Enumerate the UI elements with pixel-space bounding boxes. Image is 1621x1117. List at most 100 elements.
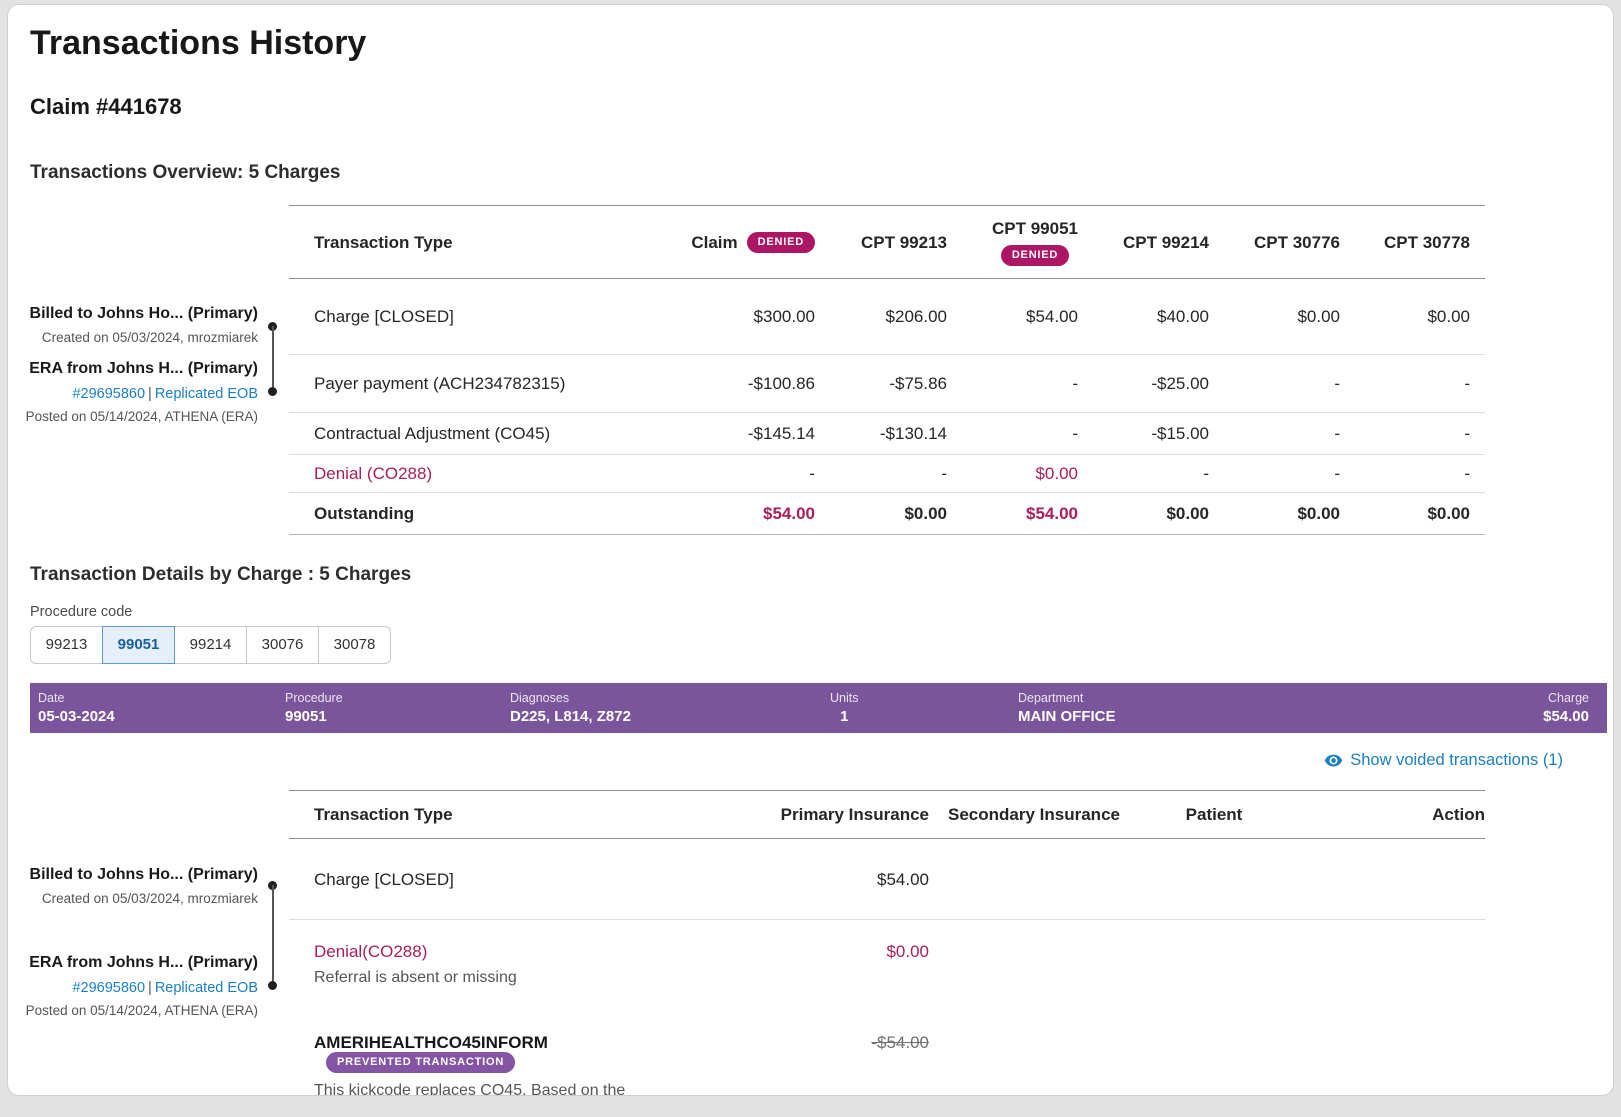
timeline-entry-billed: Billed to Johns Ho... (Primary) Created … (7, 865, 258, 907)
details-heading: Transaction Details by Charge : 5 Charge… (30, 563, 1613, 587)
eye-icon (1324, 751, 1343, 770)
cell-patient (1139, 1000, 1289, 1097)
row-label-group: Denial(CO288) Referral is absent or miss… (289, 919, 729, 1000)
link-separator: | (148, 980, 152, 996)
kickcode-name: AMERIHEALTHCO45INFORM (314, 1033, 548, 1052)
transactions-overview-table: Transaction Type Claim DENIED CPT 99213 … (289, 205, 1485, 535)
col-cpt-30776: CPT 30776 (1209, 206, 1340, 279)
timeline-entry-era: ERA from Johns H... (Primary) #29695860|… (7, 359, 258, 425)
cell-patient (1139, 838, 1289, 919)
overview-row-payer-payment: Payer payment (ACH234782315) -$100.86 -$… (289, 355, 1485, 413)
cell-value: - (1209, 455, 1340, 493)
era-number-link[interactable]: #29695860 (72, 386, 145, 402)
procedure-code-30076[interactable]: 30076 (246, 626, 319, 664)
timeline-entry-title: ERA from Johns H... (Primary) (7, 359, 258, 379)
cell-value: $0.00 (1340, 279, 1485, 355)
cell-action (1289, 919, 1485, 1000)
details-header-row: Transaction Type Primary Insurance Secon… (289, 790, 1485, 838)
row-label: Contractual Adjustment (CO45) (289, 413, 619, 455)
overview-header-row: Transaction Type Claim DENIED CPT 99213 … (289, 206, 1485, 279)
cell-value: - (947, 355, 1078, 413)
col-claim-label: Claim (691, 232, 737, 253)
cell-secondary-insurance (929, 838, 1139, 919)
timeline-entry-title: ERA from Johns H... (Primary) (7, 953, 258, 973)
cell-value: - (947, 413, 1078, 455)
timeline-entry-subtitle: Created on 05/03/2024, mrozmiarek (7, 891, 258, 907)
banner-department: Department MAIN OFFICE (1018, 691, 1543, 726)
row-label-group: AMERIHEALTHCO45INFORM PREVENTED TRANSACT… (289, 1000, 729, 1097)
col-cpt-99214: CPT 99214 (1078, 206, 1209, 279)
cell-value: $0.00 (1340, 493, 1485, 535)
cell-value: -$100.86 (619, 355, 815, 413)
timeline-dot (268, 981, 277, 990)
procedure-code-30078[interactable]: 30078 (318, 626, 391, 664)
banner-units: Units 1 (830, 691, 1018, 726)
cell-secondary-insurance (929, 919, 1139, 1000)
banner-date-value: 05-03-2024 (38, 708, 285, 726)
timeline-entry-title: Billed to Johns Ho... (Primary) (7, 304, 258, 324)
charge-summary-banner: Date 05-03-2024 Procedure 99051 Diagnose… (30, 683, 1607, 733)
procedure-code-99214[interactable]: 99214 (174, 626, 247, 664)
cell-value: -$75.86 (815, 355, 947, 413)
voided-transactions-row: Show voided transactions (1) (30, 749, 1563, 775)
cell-value: -$25.00 (1078, 355, 1209, 413)
cell-value: -$130.14 (815, 413, 947, 455)
row-label: Charge [CLOSED] (289, 279, 619, 355)
cell-value: - (1340, 355, 1485, 413)
procedure-code-99051[interactable]: 99051 (102, 626, 175, 664)
era-number-link[interactable]: #29695860 (72, 980, 145, 996)
denied-badge: DENIED (747, 232, 815, 253)
details-section: Billed to Johns Ho... (Primary) Created … (30, 790, 1485, 1097)
cell-patient (1139, 919, 1289, 1000)
cell-value: $54.00 (947, 493, 1078, 535)
cell-primary-insurance: $54.00 (729, 838, 929, 919)
cell-value: - (1078, 455, 1209, 493)
procedure-code-99213[interactable]: 99213 (30, 626, 103, 664)
details-row-kickcode: AMERIHEALTHCO45INFORM PREVENTED TRANSACT… (289, 1000, 1485, 1097)
cell-value: $0.00 (1209, 493, 1340, 535)
timeline-entry-title: Billed to Johns Ho... (Primary) (7, 865, 258, 885)
details-row-denial: Denial(CO288) Referral is absent or miss… (289, 919, 1485, 1000)
row-label: Payer payment (ACH234782315) (289, 355, 619, 413)
banner-procedure-label: Procedure (285, 691, 510, 706)
col-cpt-99051: CPT 99051 DENIED (947, 206, 1078, 279)
cell-value: $0.00 (1209, 279, 1340, 355)
prevented-transaction-badge: PREVENTED TRANSACTION (326, 1052, 515, 1073)
row-description: This kickcode replaces CO45. Based on th… (314, 1080, 729, 1096)
timeline-entry-subtitle: Created on 05/03/2024, mrozmiarek (7, 330, 258, 346)
timeline-entry-subtitle: Posted on 05/14/2024, ATHENA (ERA) (7, 409, 258, 425)
cell-value: $300.00 (619, 279, 815, 355)
col-cpt-30778: CPT 30778 (1340, 206, 1485, 279)
timeline-entry-era: ERA from Johns H... (Primary) #29695860|… (7, 953, 258, 1019)
banner-department-value: MAIN OFFICE (1018, 708, 1543, 726)
cell-value: $0.00 (947, 455, 1078, 493)
col-transaction-type: Transaction Type (289, 790, 729, 838)
col-cpt-99213: CPT 99213 (815, 206, 947, 279)
banner-charge-value: $54.00 (1543, 708, 1589, 726)
banner-diagnoses-label: Diagnoses (510, 691, 830, 706)
overview-heading: Transactions Overview: 5 Charges (30, 161, 1613, 185)
col-action: Action (1289, 790, 1485, 838)
procedure-code-label: Procedure code (30, 603, 1613, 621)
show-voided-transactions-link[interactable]: Show voided transactions (1) (1324, 749, 1563, 771)
row-label: Denial (CO288) (289, 455, 619, 493)
cell-primary-insurance: $0.00 (729, 919, 929, 1000)
timeline-entry-links: #29695860|Replicated EOB (7, 385, 258, 403)
row-description: Referral is absent or missing (314, 967, 729, 988)
col-transaction-type: Transaction Type (289, 206, 619, 279)
banner-charge: Charge $54.00 (1543, 691, 1589, 726)
timeline-connector (272, 885, 274, 985)
procedure-code-selector: 99213 99051 99214 30076 30078 (30, 626, 391, 664)
replicated-eob-link[interactable]: Replicated EOB (155, 980, 258, 996)
cell-value: - (1209, 355, 1340, 413)
cell-value: -$15.00 (1078, 413, 1209, 455)
overview-row-denial: Denial (CO288) - - $0.00 - - - (289, 455, 1485, 493)
banner-diagnoses-value: D225, L814, Z872 (510, 708, 830, 726)
cell-value: $40.00 (1078, 279, 1209, 355)
transaction-details-table: Transaction Type Primary Insurance Secon… (289, 790, 1485, 1097)
col-cpt-99051-label: CPT 99051 (992, 218, 1078, 239)
cell-action (1289, 838, 1485, 919)
cell-action (1289, 1000, 1485, 1097)
replicated-eob-link[interactable]: Replicated EOB (155, 386, 258, 402)
overview-row-outstanding: Outstanding $54.00 $0.00 $54.00 $0.00 $0… (289, 493, 1485, 535)
